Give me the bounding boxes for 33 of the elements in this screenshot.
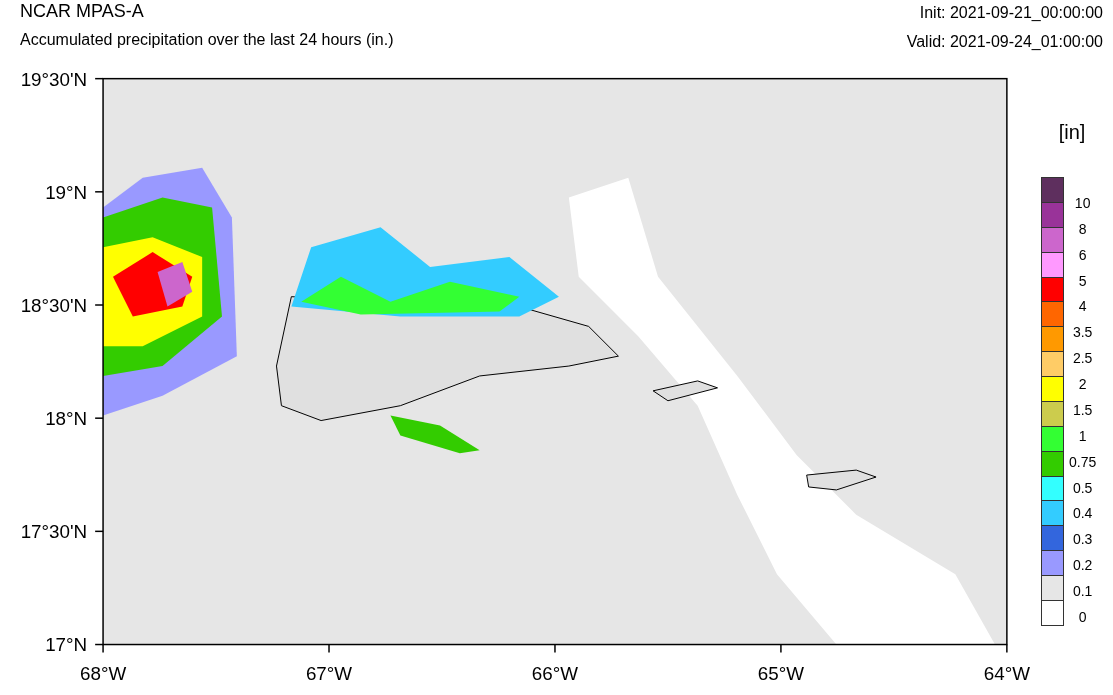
legend-label: 3.5	[1071, 323, 1094, 343]
longitude-label: 65°W	[757, 663, 805, 681]
longitude-label: 68°W	[79, 663, 127, 681]
legend-label: 0.3	[1071, 530, 1094, 550]
latitude-label: 18°30'N	[20, 294, 88, 316]
latitude-label: 19°N	[45, 181, 88, 203]
plot-title: NCAR MPAS-A	[20, 0, 145, 22]
legend-label: 10	[1073, 193, 1092, 213]
valid-time: Valid: 2021-09-24_01:00:00	[906, 32, 1103, 52]
longitude-label: 66°W	[531, 663, 579, 681]
legend-label: 4	[1077, 297, 1088, 317]
longitude-label: 67°W	[305, 663, 353, 681]
latitude-label: 18°N	[45, 408, 88, 430]
legend-label: 0.75	[1068, 452, 1098, 472]
legend-label: 0	[1077, 607, 1088, 627]
legend-label: 2	[1077, 375, 1088, 395]
longitude-label: 64°W	[983, 663, 1030, 681]
legend-label: 2.5	[1071, 349, 1094, 369]
legend-label: 8	[1077, 219, 1088, 239]
legend-label: 0.4	[1071, 504, 1094, 524]
legend-label: 0.1	[1071, 582, 1094, 602]
init-time: Init: 2021-09-21_00:00:00	[919, 3, 1103, 23]
legend-label: 0.5	[1071, 478, 1094, 498]
legend-label: 5	[1077, 271, 1088, 291]
legend-label: 0.2	[1071, 556, 1094, 576]
plot-subtitle: Accumulated precipitation over the last 24 hours (in.)	[20, 30, 394, 50]
legend-title: [in]	[1058, 120, 1086, 144]
legend-label: 1	[1077, 426, 1088, 446]
latitude-label: 17°30'N	[20, 521, 88, 543]
latitude-label: 17°N	[45, 634, 88, 656]
legend-label: 6	[1077, 245, 1088, 265]
latitude-label: 19°30'N	[20, 68, 88, 90]
legend-label: 1.5	[1071, 400, 1094, 420]
